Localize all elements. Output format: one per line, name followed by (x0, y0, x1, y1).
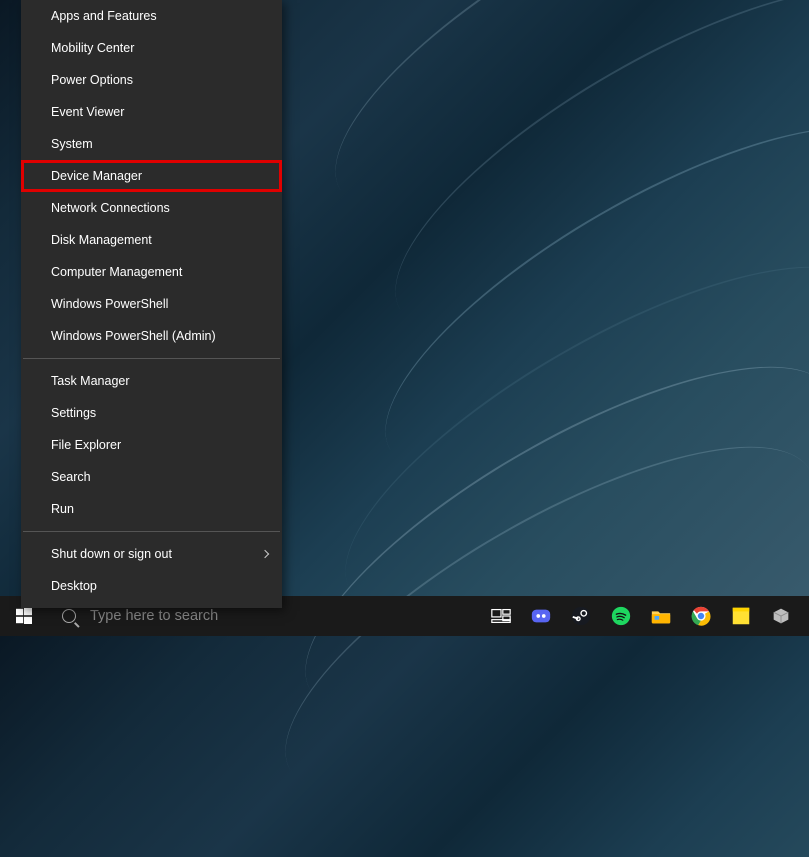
menu-item-label: System (51, 137, 93, 151)
menu-item-label: Search (51, 470, 91, 484)
menu-item-computer-management[interactable]: Computer Management (21, 256, 282, 288)
search-placeholder-text: Type here to search (90, 608, 218, 624)
menu-item-label: Windows PowerShell (Admin) (51, 329, 216, 343)
menu-item-disk-management[interactable]: Disk Management (21, 224, 282, 256)
app-icon[interactable] (761, 596, 801, 636)
menu-item-label: Settings (51, 406, 96, 420)
spotify-icon[interactable] (601, 596, 641, 636)
file-explorer-icon[interactable] (641, 596, 681, 636)
menu-item-run[interactable]: Run (21, 493, 282, 525)
menu-item-label: Run (51, 502, 74, 516)
menu-item-task-manager[interactable]: Task Manager (21, 365, 282, 397)
windows-logo-icon (16, 608, 32, 624)
search-icon (62, 609, 76, 623)
menu-item-settings[interactable]: Settings (21, 397, 282, 429)
menu-item-label: Computer Management (51, 265, 182, 279)
menu-item-device-manager[interactable]: Device Manager (21, 160, 282, 192)
menu-item-mobility-center[interactable]: Mobility Center (21, 32, 282, 64)
menu-item-label: Power Options (51, 73, 133, 87)
menu-item-search[interactable]: Search (21, 461, 282, 493)
menu-separator (23, 531, 280, 532)
menu-item-system[interactable]: System (21, 128, 282, 160)
note-icon[interactable] (721, 596, 761, 636)
menu-item-event-viewer[interactable]: Event Viewer (21, 96, 282, 128)
menu-item-network-connections[interactable]: Network Connections (21, 192, 282, 224)
task-view-icon[interactable] (481, 596, 521, 636)
menu-item-label: Disk Management (51, 233, 152, 247)
menu-item-apps-and-features[interactable]: Apps and Features (21, 0, 282, 32)
menu-item-label: Windows PowerShell (51, 297, 168, 311)
menu-item-label: File Explorer (51, 438, 121, 452)
chevron-right-icon (261, 550, 269, 558)
menu-item-windows-powershell-admin[interactable]: Windows PowerShell (Admin) (21, 320, 282, 352)
winx-context-menu: Apps and Features Mobility Center Power Op… (21, 0, 282, 608)
steam-icon[interactable] (561, 596, 601, 636)
menu-item-label: Task Manager (51, 374, 130, 388)
menu-item-label: Mobility Center (51, 41, 134, 55)
chrome-icon[interactable] (681, 596, 721, 636)
menu-item-label: Shut down or sign out (51, 547, 172, 561)
menu-item-label: Event Viewer (51, 105, 124, 119)
menu-item-windows-powershell[interactable]: Windows PowerShell (21, 288, 282, 320)
menu-item-shut-down-or-sign-out[interactable]: Shut down or sign out (21, 538, 282, 570)
menu-item-label: Apps and Features (51, 9, 157, 23)
menu-item-desktop[interactable]: Desktop (21, 570, 282, 602)
menu-separator (23, 358, 280, 359)
menu-item-power-options[interactable]: Power Options (21, 64, 282, 96)
menu-item-label: Device Manager (51, 169, 142, 183)
menu-item-label: Network Connections (51, 201, 170, 215)
menu-item-label: Desktop (51, 579, 97, 593)
taskbar-pinned-icons (481, 596, 809, 636)
menu-item-file-explorer[interactable]: File Explorer (21, 429, 282, 461)
discord-icon[interactable] (521, 596, 561, 636)
